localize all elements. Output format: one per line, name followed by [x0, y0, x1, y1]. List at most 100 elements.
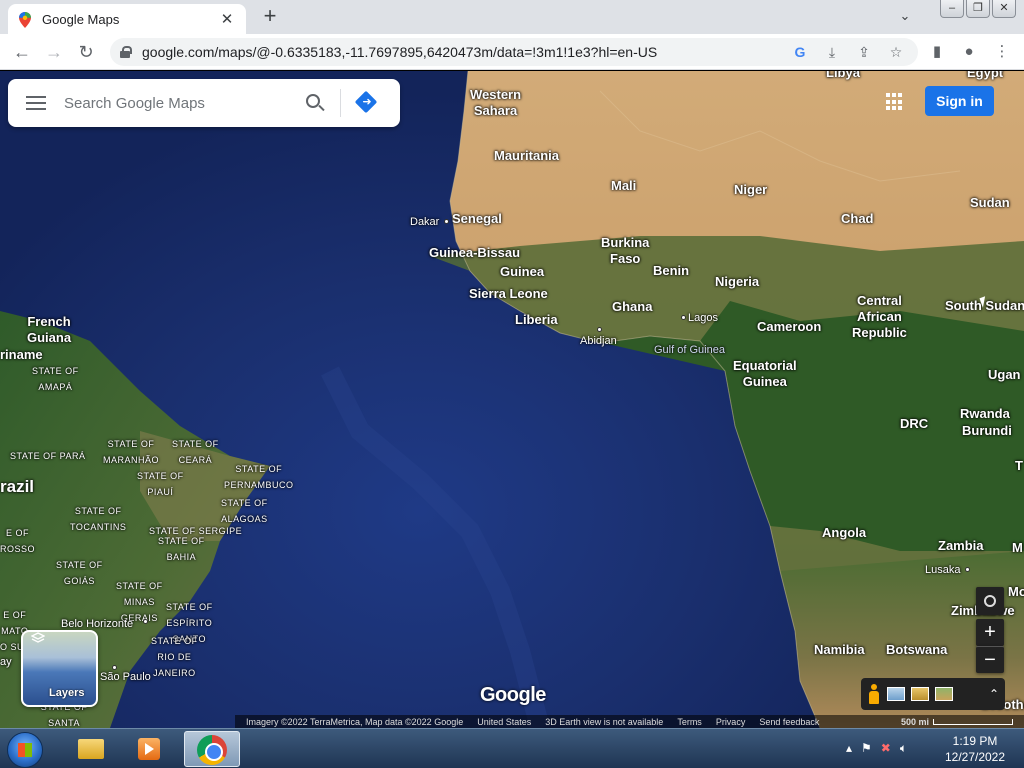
directions-icon[interactable]: [347, 83, 387, 123]
maximize-button[interactable]: ❐: [966, 0, 990, 18]
tab-search-chevron-icon[interactable]: ⌄: [896, 8, 914, 26]
label-sudan[interactable]: Sudan: [970, 195, 1010, 211]
label-state-pernambuco[interactable]: STATE OF PERNAMBUCO: [224, 461, 294, 493]
share-icon[interactable]: ⇪: [854, 42, 874, 62]
label-dakar[interactable]: Dakar: [410, 214, 439, 230]
label-state-mato-grosso[interactable]: E OF ROSSO: [0, 525, 35, 557]
label-cameroon[interactable]: Cameroon: [757, 319, 821, 335]
label-central-african-republic[interactable]: Central African Republic: [852, 293, 907, 341]
tab-close-icon[interactable]: ✕: [218, 10, 236, 28]
sign-in-button[interactable]: Sign in: [925, 86, 994, 116]
taskbar-file-explorer[interactable]: [62, 731, 118, 767]
label-state-rio-de-janeiro[interactable]: STATE OF RIO DE JANEIRO: [151, 633, 198, 681]
taskbar-chrome[interactable]: [184, 731, 240, 767]
side-panel-icon[interactable]: ▮: [925, 40, 949, 64]
label-guinea[interactable]: Guinea: [500, 264, 544, 280]
label-mozambique[interactable]: Mo: [1008, 584, 1024, 600]
label-sierra-leone[interactable]: Sierra Leone: [469, 286, 548, 302]
label-state-goias[interactable]: STATE OF GOIÁS: [56, 557, 103, 589]
label-benin[interactable]: Benin: [653, 263, 689, 279]
label-state-maranhao[interactable]: STATE OF MARANHÃO: [103, 436, 159, 468]
close-window-button[interactable]: ✕: [992, 0, 1016, 18]
label-drc[interactable]: DRC: [900, 416, 928, 432]
pegman-street-view-icon[interactable]: [867, 684, 881, 704]
label-lusaka[interactable]: Lusaka: [925, 562, 960, 578]
label-libya[interactable]: Libya: [826, 71, 860, 81]
label-abidjan[interactable]: Abidjan: [580, 333, 617, 349]
label-botswana[interactable]: Botswana: [886, 642, 947, 658]
satellite-map[interactable]: Western Sahara Libya Egypt Mauritania Ma…: [0, 71, 1024, 728]
search-icon[interactable]: [294, 83, 334, 123]
privacy-link[interactable]: Privacy: [709, 717, 753, 727]
label-suriname[interactable]: riname: [0, 347, 43, 363]
imagery-thumbnail-3[interactable]: [935, 687, 953, 701]
city-marker-dakar[interactable]: [444, 219, 449, 224]
label-chad[interactable]: Chad: [841, 211, 874, 227]
google-apps-icon[interactable]: [886, 93, 904, 111]
city-marker-sao-paulo[interactable]: [112, 665, 117, 670]
imagery-thumbnail-2[interactable]: [911, 687, 929, 701]
label-state-ceara[interactable]: STATE OF CEARÁ: [172, 436, 219, 468]
google-lens-icon[interactable]: G: [790, 42, 810, 62]
label-malawi[interactable]: M: [1012, 540, 1023, 556]
label-egypt[interactable]: Egypt: [967, 71, 1003, 81]
new-tab-button[interactable]: +: [258, 5, 282, 29]
city-marker-belo-horizonte[interactable]: [143, 619, 148, 624]
label-gulf-of-guinea[interactable]: Gulf of Guinea: [654, 342, 725, 358]
label-paraguay[interactable]: ay: [0, 654, 12, 670]
label-burundi[interactable]: Burundi: [962, 423, 1012, 439]
taskbar-media-player[interactable]: [122, 731, 178, 767]
label-zambia[interactable]: Zambia: [938, 538, 984, 554]
label-tanzania[interactable]: T: [1015, 458, 1023, 474]
city-marker-abidjan[interactable]: [597, 327, 602, 332]
lock-icon[interactable]: [120, 46, 132, 58]
label-lagos[interactable]: Lagos: [688, 310, 718, 326]
action-center-icon[interactable]: ⚑: [861, 741, 872, 756]
label-equatorial-guinea[interactable]: Equatorial Guinea: [733, 358, 797, 390]
city-marker-lusaka[interactable]: [965, 567, 970, 572]
profile-avatar-icon[interactable]: ●: [957, 40, 981, 64]
minimize-button[interactable]: –: [940, 0, 964, 18]
forward-icon[interactable]: →: [42, 40, 66, 64]
label-brazil[interactable]: razil: [0, 478, 34, 495]
label-state-bahia[interactable]: STATE OF BAHIA: [158, 533, 205, 565]
hamburger-menu-icon[interactable]: [8, 79, 64, 127]
start-button[interactable]: [7, 732, 43, 768]
send-feedback-link[interactable]: Send feedback: [752, 717, 826, 727]
label-french-guiana[interactable]: French Guiana: [27, 314, 71, 346]
show-hidden-icons-icon[interactable]: ▴: [846, 741, 852, 756]
label-liberia[interactable]: Liberia: [515, 312, 558, 328]
reload-icon[interactable]: ↻: [74, 40, 98, 64]
label-state-tocantins[interactable]: STATE OF TOCANTINS: [70, 503, 126, 535]
chrome-menu-icon[interactable]: ⋮: [990, 40, 1014, 64]
label-guinea-bissau[interactable]: Guinea-Bissau: [429, 245, 520, 261]
layers-button[interactable]: Layers: [21, 630, 98, 707]
tab-google-maps[interactable]: Google Maps ✕: [8, 4, 246, 34]
label-sao-paulo[interactable]: São Paulo: [100, 669, 151, 685]
label-angola[interactable]: Angola: [822, 525, 866, 541]
taskbar-clock[interactable]: 1:19 PM 12/27/2022: [940, 733, 1010, 765]
zoom-in-button[interactable]: +: [976, 619, 1004, 646]
label-mali[interactable]: Mali: [611, 178, 636, 194]
imagery-thumbnail-1[interactable]: [887, 687, 905, 701]
url-text[interactable]: google.com/maps/@-0.6335183,-11.7697895,…: [142, 44, 790, 60]
label-ghana[interactable]: Ghana: [612, 299, 652, 315]
expand-chevron-icon[interactable]: ⌃: [989, 687, 999, 701]
label-state-piaui[interactable]: STATE OF PIAUÍ: [137, 468, 184, 500]
city-marker-lagos[interactable]: [681, 315, 686, 320]
scale-control[interactable]: 500 mi: [894, 717, 1024, 727]
label-western-sahara[interactable]: Western Sahara: [470, 87, 521, 119]
label-state-amapa[interactable]: STATE OF AMAPÁ: [32, 363, 79, 395]
label-nigeria[interactable]: Nigeria: [715, 274, 759, 290]
label-niger[interactable]: Niger: [734, 182, 767, 198]
maps-search-input[interactable]: [64, 94, 294, 112]
label-burkina-faso[interactable]: Burkina Faso: [601, 235, 649, 267]
label-senegal[interactable]: Senegal: [452, 211, 502, 227]
back-icon[interactable]: ←: [10, 40, 34, 64]
network-icon[interactable]: ✖: [881, 741, 891, 756]
bookmark-star-icon[interactable]: ☆: [886, 42, 906, 62]
install-app-icon[interactable]: ⤓: [822, 42, 842, 62]
my-location-icon[interactable]: [976, 587, 1004, 615]
zoom-out-button[interactable]: −: [976, 646, 1004, 673]
label-namibia[interactable]: Namibia: [814, 642, 865, 658]
